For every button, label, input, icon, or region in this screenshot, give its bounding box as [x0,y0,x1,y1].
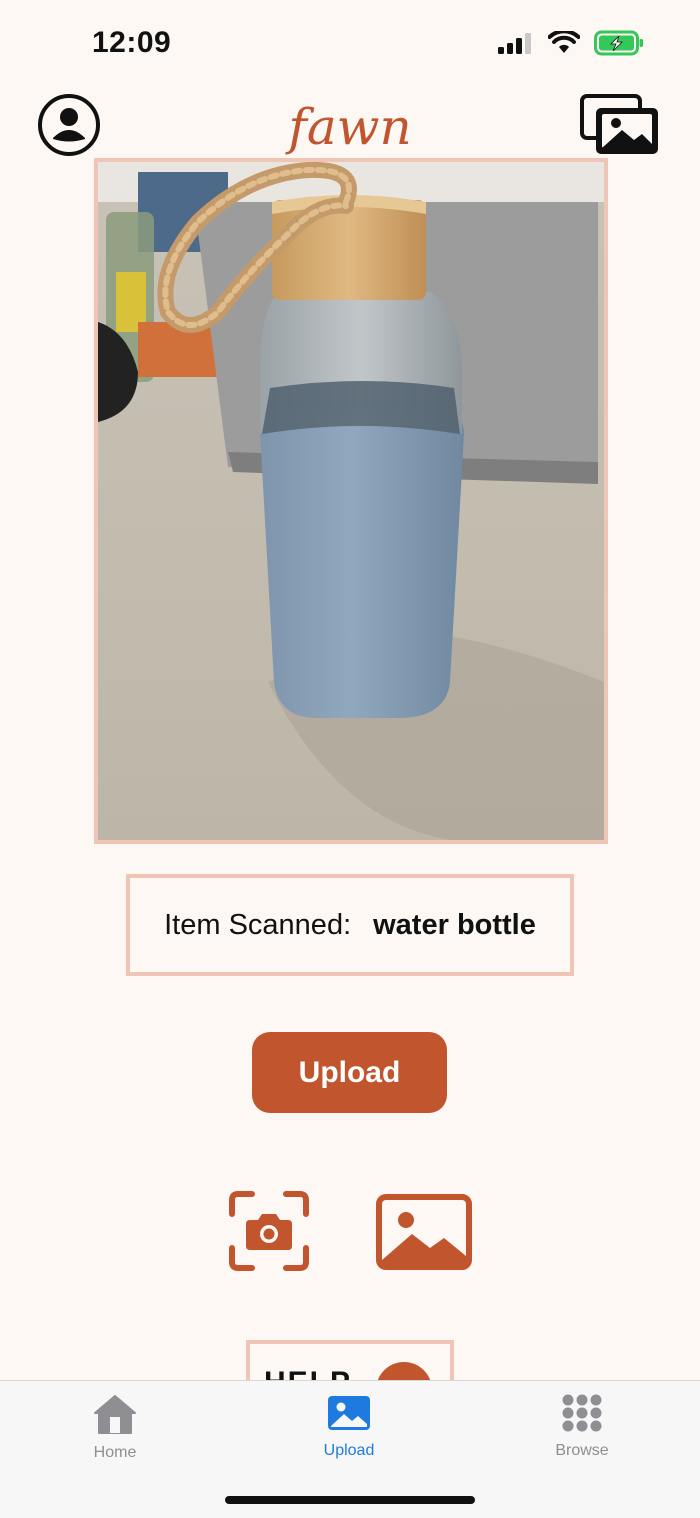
photo-library-button[interactable] [376,1194,472,1270]
photo-icon [328,1396,370,1430]
grid-dots-icon [562,1394,602,1432]
person-circle-icon [38,94,100,156]
image-icon [376,1194,472,1270]
battery-icon [594,30,643,56]
tab-home-label: Home [93,1444,137,1461]
tab-upload-label: Upload [323,1442,375,1459]
signal-icon [498,33,531,54]
item-scanned-box: Item Scanned: water bottle [126,874,574,976]
water-bottle-photo [98,162,604,840]
upload-button[interactable]: Upload [252,1032,447,1113]
status-time: 12:09 [92,26,172,59]
tab-upload[interactable]: Upload [279,1393,419,1460]
status-icons [498,30,644,56]
tab-browse[interactable]: Browse [512,1393,652,1460]
tab-home[interactable]: Home [45,1393,185,1462]
camera-button[interactable] [228,1190,310,1272]
home-indicator [225,1496,475,1504]
tab-browse-label: Browse [555,1442,609,1459]
camera-scan-icon [229,1191,309,1271]
gallery-button[interactable] [578,90,662,160]
brand-logo: fawn [288,98,412,156]
scanned-photo [94,158,608,844]
item-scanned-value: water bottle [373,908,536,941]
photo-stack-icon [580,94,658,154]
item-scanned-label: Item Scanned: [164,908,352,941]
house-icon [94,1395,136,1434]
profile-button[interactable] [36,92,102,158]
wifi-icon [548,31,580,53]
